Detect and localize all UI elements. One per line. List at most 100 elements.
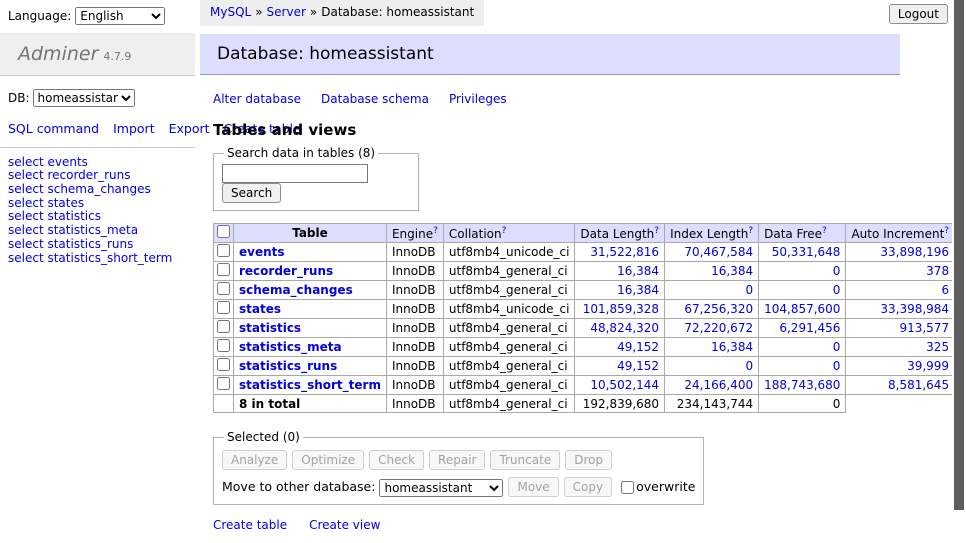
bulk-action-button[interactable]: Optimize xyxy=(292,450,364,470)
data-length-cell-link[interactable]: 10,502,144 xyxy=(590,378,659,392)
row-checkbox[interactable] xyxy=(217,320,230,333)
select-all-checkbox[interactable] xyxy=(217,225,230,238)
table-name-link[interactable]: statistics_short_term xyxy=(239,378,381,392)
data-free-cell-link[interactable]: 50,331,648 xyxy=(772,245,841,259)
collation-cell: utf8mb4_general_ci xyxy=(443,376,575,395)
create-view-link[interactable]: Create view xyxy=(309,518,380,532)
db-action-link[interactable]: Alter database xyxy=(213,92,301,106)
data-length-cell-link[interactable]: 16,384 xyxy=(617,264,659,278)
index-length-cell-link[interactable]: 16,384 xyxy=(711,264,753,278)
data-free-cell-link[interactable]: 0 xyxy=(833,340,841,354)
index-length-cell-link[interactable]: 16,384 xyxy=(711,340,753,354)
table-name-link[interactable]: events xyxy=(239,245,285,259)
overwrite-checkbox[interactable] xyxy=(621,481,634,494)
auto-increment-cell-link[interactable]: 378 xyxy=(926,264,949,278)
row-checkbox[interactable] xyxy=(217,377,230,390)
sidebar-table-link[interactable]: select statistics xyxy=(8,209,101,223)
auto-increment-cell-link[interactable]: 39,999 xyxy=(907,359,949,373)
sidebar-table-link[interactable]: select statistics_short_term xyxy=(8,251,172,265)
footer-engine-cell: InnoDB xyxy=(386,395,443,413)
auto-increment-cell-link[interactable]: 33,898,196 xyxy=(880,245,949,259)
index-length-cell-link[interactable]: 0 xyxy=(745,359,753,373)
move-row: Move to other database:homeassistantMove… xyxy=(222,477,695,497)
scrollbar[interactable] xyxy=(952,0,966,543)
index-length-cell-link[interactable]: 72,220,672 xyxy=(684,321,753,335)
row-checkbox[interactable] xyxy=(217,358,230,371)
table-name-link[interactable]: statistics xyxy=(239,321,301,335)
bulk-action-button[interactable]: Check xyxy=(369,450,424,470)
auto-increment-cell-link[interactable]: 33,398,984 xyxy=(880,302,949,316)
bulk-action-button[interactable]: Drop xyxy=(565,450,612,470)
data-free-cell-link[interactable]: 104,857,600 xyxy=(764,302,840,316)
column-header: Index Length? xyxy=(665,224,759,243)
db-action-link[interactable]: Privileges xyxy=(449,92,507,106)
table-footer-row: 8 in totalInnoDButf8mb4_general_ci192,83… xyxy=(214,395,966,413)
create-table-link[interactable]: Create table xyxy=(213,518,287,532)
sidebar-table-link[interactable]: select events xyxy=(8,155,88,169)
sidebar-table-link[interactable]: select statistics_runs xyxy=(8,237,133,251)
index-length-cell-link[interactable]: 70,467,584 xyxy=(684,245,753,259)
language-select[interactable]: English xyxy=(75,7,165,25)
table-name-cell: events xyxy=(234,243,387,262)
sidebar-table-link[interactable]: select statistics_meta xyxy=(8,223,138,237)
index-length-cell-link[interactable]: 24,166,400 xyxy=(684,378,753,392)
move-db-select[interactable]: homeassistant xyxy=(379,479,503,497)
logout-button[interactable]: Logout xyxy=(889,4,948,24)
data-free-cell: 0 xyxy=(759,281,846,300)
sidebar-table-link[interactable]: select recorder_runs xyxy=(8,168,131,182)
data-free-cell-link[interactable]: 0 xyxy=(833,359,841,373)
data-free-cell-link[interactable]: 0 xyxy=(833,283,841,297)
help-link[interactable]: ? xyxy=(654,226,659,236)
auto-increment-cell-link[interactable]: 8,581,645 xyxy=(888,378,949,392)
data-free-cell-link[interactable]: 188,743,680 xyxy=(764,378,840,392)
db-select[interactable]: homeassistant xyxy=(33,89,135,107)
table-name-link[interactable]: statistics_meta xyxy=(239,340,342,354)
search-button[interactable]: Search xyxy=(222,183,281,203)
app-name: Adminer xyxy=(18,43,98,65)
help-link[interactable]: ? xyxy=(748,226,753,236)
auto-increment-cell-link[interactable]: 913,577 xyxy=(899,321,949,335)
data-length-cell-link[interactable]: 101,859,328 xyxy=(583,302,659,316)
index-length-cell-link[interactable]: 0 xyxy=(745,283,753,297)
db-action-link[interactable]: Database schema xyxy=(321,92,429,106)
help-link[interactable]: ? xyxy=(502,226,507,236)
row-checkbox[interactable] xyxy=(217,282,230,295)
data-length-cell-link[interactable]: 16,384 xyxy=(617,283,659,297)
auto-increment-cell-link[interactable]: 6 xyxy=(941,283,949,297)
data-free-cell-link[interactable]: 0 xyxy=(833,264,841,278)
engine-cell: InnoDB xyxy=(386,338,443,357)
index-length-cell-link[interactable]: 67,256,320 xyxy=(684,302,753,316)
data-length-cell-link[interactable]: 49,152 xyxy=(617,340,659,354)
bulk-action-button[interactable]: Repair xyxy=(429,450,485,470)
help-link[interactable]: ? xyxy=(822,226,827,236)
sidebar-table-link[interactable]: select states xyxy=(8,196,84,210)
column-header: Auto Increment? xyxy=(846,224,955,243)
data-length-cell-link[interactable]: 31,522,816 xyxy=(590,245,659,259)
sidebar-action-link[interactable]: Import xyxy=(113,121,155,136)
help-link[interactable]: ? xyxy=(433,226,438,236)
scrollbar-thumb[interactable] xyxy=(954,0,964,510)
auto-increment-cell: 6 xyxy=(846,281,955,300)
data-length-cell-link[interactable]: 49,152 xyxy=(617,359,659,373)
breadcrumb-link[interactable]: Server xyxy=(267,5,306,19)
row-checkbox[interactable] xyxy=(217,301,230,314)
move-button[interactable]: Move xyxy=(508,477,558,497)
data-length-cell-link[interactable]: 48,824,320 xyxy=(590,321,659,335)
data-free-cell-link[interactable]: 6,291,456 xyxy=(779,321,840,335)
sidebar-table-link[interactable]: select schema_changes xyxy=(8,182,151,196)
bulk-action-button[interactable]: Analyze xyxy=(222,450,287,470)
copy-button[interactable]: Copy xyxy=(564,477,612,497)
auto-increment-cell-link[interactable]: 325 xyxy=(926,340,949,354)
bulk-action-button[interactable]: Truncate xyxy=(490,450,560,470)
search-input[interactable] xyxy=(222,164,368,183)
help-link[interactable]: ? xyxy=(944,226,949,236)
table-name-link[interactable]: statistics_runs xyxy=(239,359,337,373)
row-checkbox[interactable] xyxy=(217,263,230,276)
row-checkbox[interactable] xyxy=(217,339,230,352)
row-checkbox[interactable] xyxy=(217,244,230,257)
table-name-link[interactable]: states xyxy=(239,302,281,316)
breadcrumb-link[interactable]: MySQL xyxy=(210,5,251,19)
table-name-link[interactable]: schema_changes xyxy=(239,283,353,297)
table-name-link[interactable]: recorder_runs xyxy=(239,264,333,278)
sidebar-action-link[interactable]: SQL command xyxy=(8,121,99,136)
